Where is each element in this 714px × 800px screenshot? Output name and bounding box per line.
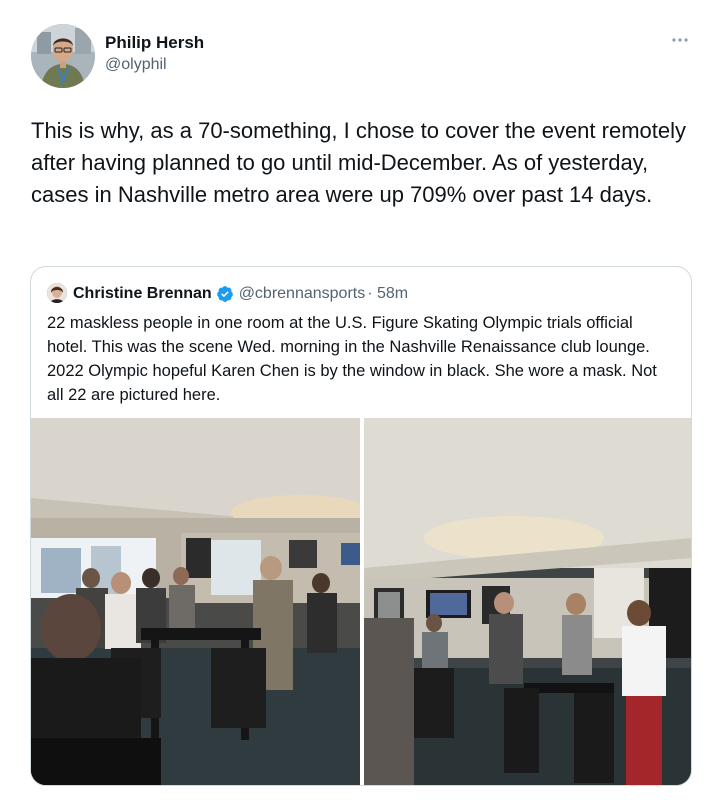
tweet-text: This is why, as a 70-something, I chose … [31,118,687,207]
more-horizontal-icon [672,38,688,42]
verified-badge-icon [216,286,233,302]
quoted-tweet-media [31,418,691,785]
author-avatar[interactable] [31,24,95,88]
author-name[interactable]: Philip Hersh [105,33,204,53]
tweet-photo[interactable] [364,418,691,785]
quoted-author-name[interactable]: Christine Brennan [73,285,212,303]
tweet: Philip Hersh @olyphil This is why, as a … [0,0,714,800]
tweet-photo[interactable] [31,418,360,785]
quoted-tweet-header: Christine Brennan @cbrennansports · 58m [73,283,408,305]
more-options-button[interactable] [668,30,692,50]
quoted-tweet-text: 22 maskless people in one room at the U.… [47,314,657,404]
quoted-author-avatar[interactable] [47,283,67,303]
quoted-tweet-time[interactable]: · 58m [367,285,408,303]
quoted-author-handle[interactable]: @cbrennansports [239,285,366,303]
author-handle[interactable]: @olyphil [105,56,167,74]
quoted-tweet-card[interactable]: Christine Brennan @cbrennansports · 58m … [30,266,692,786]
